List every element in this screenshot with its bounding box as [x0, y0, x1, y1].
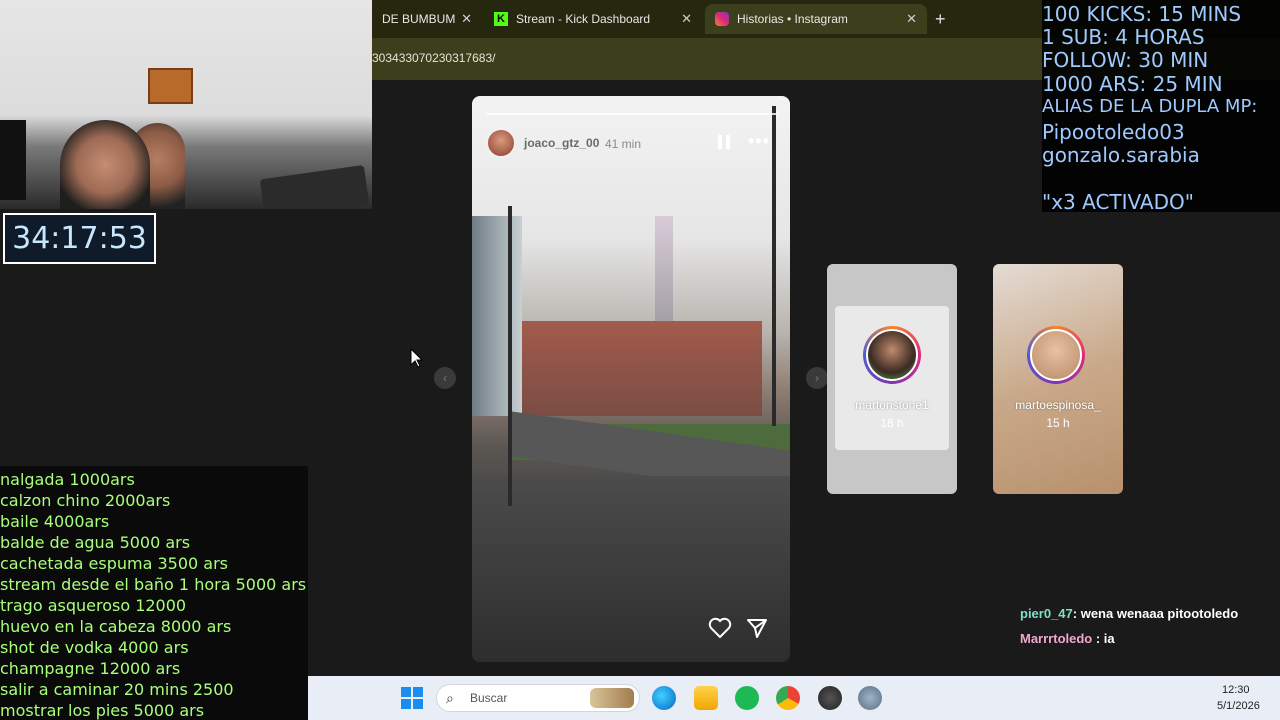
chat-message: pier0_47: wena wenaaa pitootoledo [1020, 606, 1238, 621]
webcam-painting [148, 68, 193, 104]
search-highlight-image [590, 688, 634, 708]
tab-label: Stream - Kick Dashboard [516, 12, 651, 26]
rule-line: "x3 ACTIVADO" [1042, 190, 1194, 214]
story-timestamp: 41 min [605, 137, 642, 151]
instagram-icon [715, 12, 729, 26]
price-item: salir a caminar 20 mins 2500 [0, 680, 234, 699]
price-item: baile 4000ars [0, 512, 110, 531]
avatar[interactable] [486, 128, 516, 158]
close-icon[interactable]: ✕ [681, 11, 692, 27]
story-username[interactable]: joaco_gtz_00 [524, 136, 599, 150]
search-icon: ⌕ [446, 690, 454, 706]
price-item: huevo en la cabeza 8000 ars [0, 617, 232, 636]
pause-icon[interactable] [718, 135, 730, 149]
close-icon[interactable]: ✕ [461, 11, 472, 27]
story-scene-ground [472, 476, 790, 662]
chat-text: : wena wenaaa pitootoledo [1072, 606, 1239, 621]
chat-username: Marrrtoledo [1020, 631, 1093, 646]
rule-line: gonzalo.sarabia [1042, 143, 1200, 167]
preview-username: martoespinosa_ [1015, 398, 1101, 412]
story-scene-tower [655, 216, 673, 336]
price-item: champagne 12000 ars [0, 659, 181, 678]
chat-text: : ia [1092, 631, 1115, 646]
chrome-icon[interactable] [776, 686, 800, 710]
avatar [863, 326, 921, 384]
story-preview[interactable]: martoespinosa_ 15 h [993, 264, 1123, 494]
search-placeholder[interactable]: Buscar [470, 691, 507, 705]
price-item: calzon chino 2000ars [0, 491, 171, 510]
file-explorer-icon[interactable] [694, 686, 718, 710]
new-tab-button[interactable]: + [935, 9, 946, 30]
spotify-icon[interactable] [735, 686, 759, 710]
tab-kick-dashboard[interactable]: K Stream - Kick Dashboard ✕ [484, 4, 702, 34]
webcam-object [259, 164, 370, 209]
prev-story-button[interactable]: ‹ [434, 367, 456, 389]
tab-de-bumbum[interactable]: DE BUMBUM ✕ [372, 4, 482, 34]
price-item: balde de agua 5000 ars [0, 533, 191, 552]
story-scene-red-building [522, 321, 762, 416]
story-progress-bar [486, 113, 778, 115]
story-scene-building [472, 216, 522, 416]
clock-date[interactable]: 5/1/2026 [1217, 700, 1260, 712]
story-viewer[interactable] [472, 96, 790, 662]
clock-time[interactable]: 12:30 [1222, 684, 1250, 696]
price-item: cachetada espuma 3500 ars [0, 554, 228, 573]
tab-label: DE BUMBUM [382, 12, 456, 26]
next-story-button[interactable]: › [806, 367, 828, 389]
settings-icon[interactable] [858, 686, 882, 710]
preview-time: 18 h [880, 416, 904, 430]
price-item: stream desde el baño 1 hora 5000 ars [0, 575, 307, 594]
subathon-timer: 34:17:53 [3, 213, 156, 264]
tab-label: Historias • Instagram [737, 12, 848, 26]
tab-instagram-stories[interactable]: Historias • Instagram ✕ [705, 4, 927, 34]
price-item: nalgada 1000ars [0, 470, 135, 489]
price-item: mostrar los pies 5000 ars [0, 701, 205, 720]
webcam-feed [0, 0, 372, 209]
chat-username: pier0_47 [1020, 606, 1073, 621]
story-preview[interactable]: martonstone1 18 h [827, 264, 957, 494]
preview-time: 15 h [1046, 416, 1070, 430]
send-icon[interactable] [746, 617, 768, 639]
rule-line: 1 SUB: 4 HORAS [1042, 25, 1205, 49]
price-item: shot de vodka 4000 ars [0, 638, 189, 657]
story-scene-lamppost [772, 106, 776, 426]
story-scene-lamppost [508, 206, 512, 506]
more-icon[interactable]: ••• [748, 131, 770, 152]
rule-line: FOLLOW: 30 MIN [1042, 48, 1209, 72]
rule-line: Pipootoledo03 [1042, 120, 1185, 144]
chat-message: Marrrtoledo : ia [1020, 631, 1115, 646]
close-icon[interactable]: ✕ [906, 11, 917, 27]
url-text[interactable]: 303433070230317683/ [372, 51, 495, 65]
kick-icon: K [494, 12, 508, 26]
webcam-person [60, 120, 150, 209]
edge-icon[interactable] [652, 686, 676, 710]
mouse-cursor-icon [410, 348, 424, 368]
heart-icon[interactable] [708, 617, 732, 639]
obs-icon[interactable] [818, 686, 842, 710]
preview-username: martonstone1 [855, 398, 929, 412]
price-item: trago asqueroso 12000 [0, 596, 187, 615]
rule-line: 100 KICKS: 15 MINS [1042, 2, 1242, 26]
avatar [1027, 326, 1085, 384]
rule-line: 1000 ARS: 25 MIN [1042, 72, 1223, 96]
webcam-monitor [0, 120, 26, 200]
rule-line: ALIAS DE LA DUPLA MP: [1042, 96, 1258, 117]
windows-start-icon[interactable] [401, 687, 423, 709]
